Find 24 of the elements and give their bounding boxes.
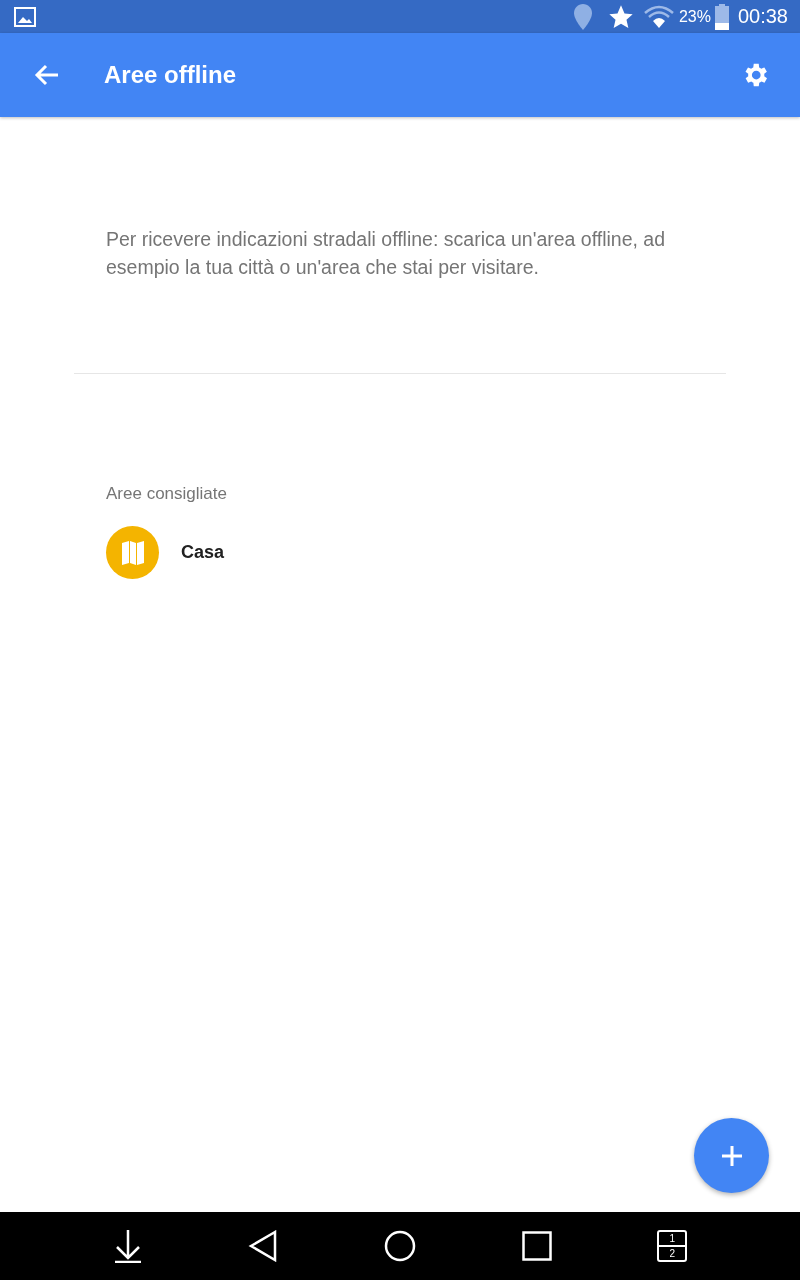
download-button[interactable] — [112, 1229, 143, 1263]
screen-title: Aree offline — [104, 61, 238, 89]
back-nav-button[interactable] — [248, 1230, 279, 1262]
section-heading: Aree consigliate — [106, 484, 228, 504]
battery-percentage: 23% — [678, 7, 711, 26]
add-button[interactable] — [694, 1118, 769, 1193]
image-icon — [14, 6, 36, 27]
intro-text: Per ricevere indicazioni stradali offline: scarica un'area offline, ad esempio la tua città o un'area che stai per visitare. — [106, 227, 667, 280]
circle-icon — [384, 1230, 416, 1262]
wifi-icon — [642, 3, 675, 30]
home-button[interactable] — [384, 1230, 416, 1262]
split-screen-button[interactable]: 1 2 — [657, 1230, 688, 1262]
triangle-icon — [248, 1230, 279, 1262]
back-button[interactable] — [34, 63, 60, 87]
location-icon — [572, 2, 593, 31]
back-arrow-icon — [34, 63, 60, 87]
square-icon — [521, 1231, 552, 1261]
recents-button[interactable] — [521, 1231, 552, 1261]
plus-icon — [720, 1144, 743, 1167]
download-arrow-icon — [112, 1229, 143, 1263]
map-icon — [120, 539, 145, 566]
battery-icon — [714, 3, 729, 30]
clock: 00:38 — [737, 5, 788, 28]
area-name[interactable]: Casa — [181, 542, 225, 563]
